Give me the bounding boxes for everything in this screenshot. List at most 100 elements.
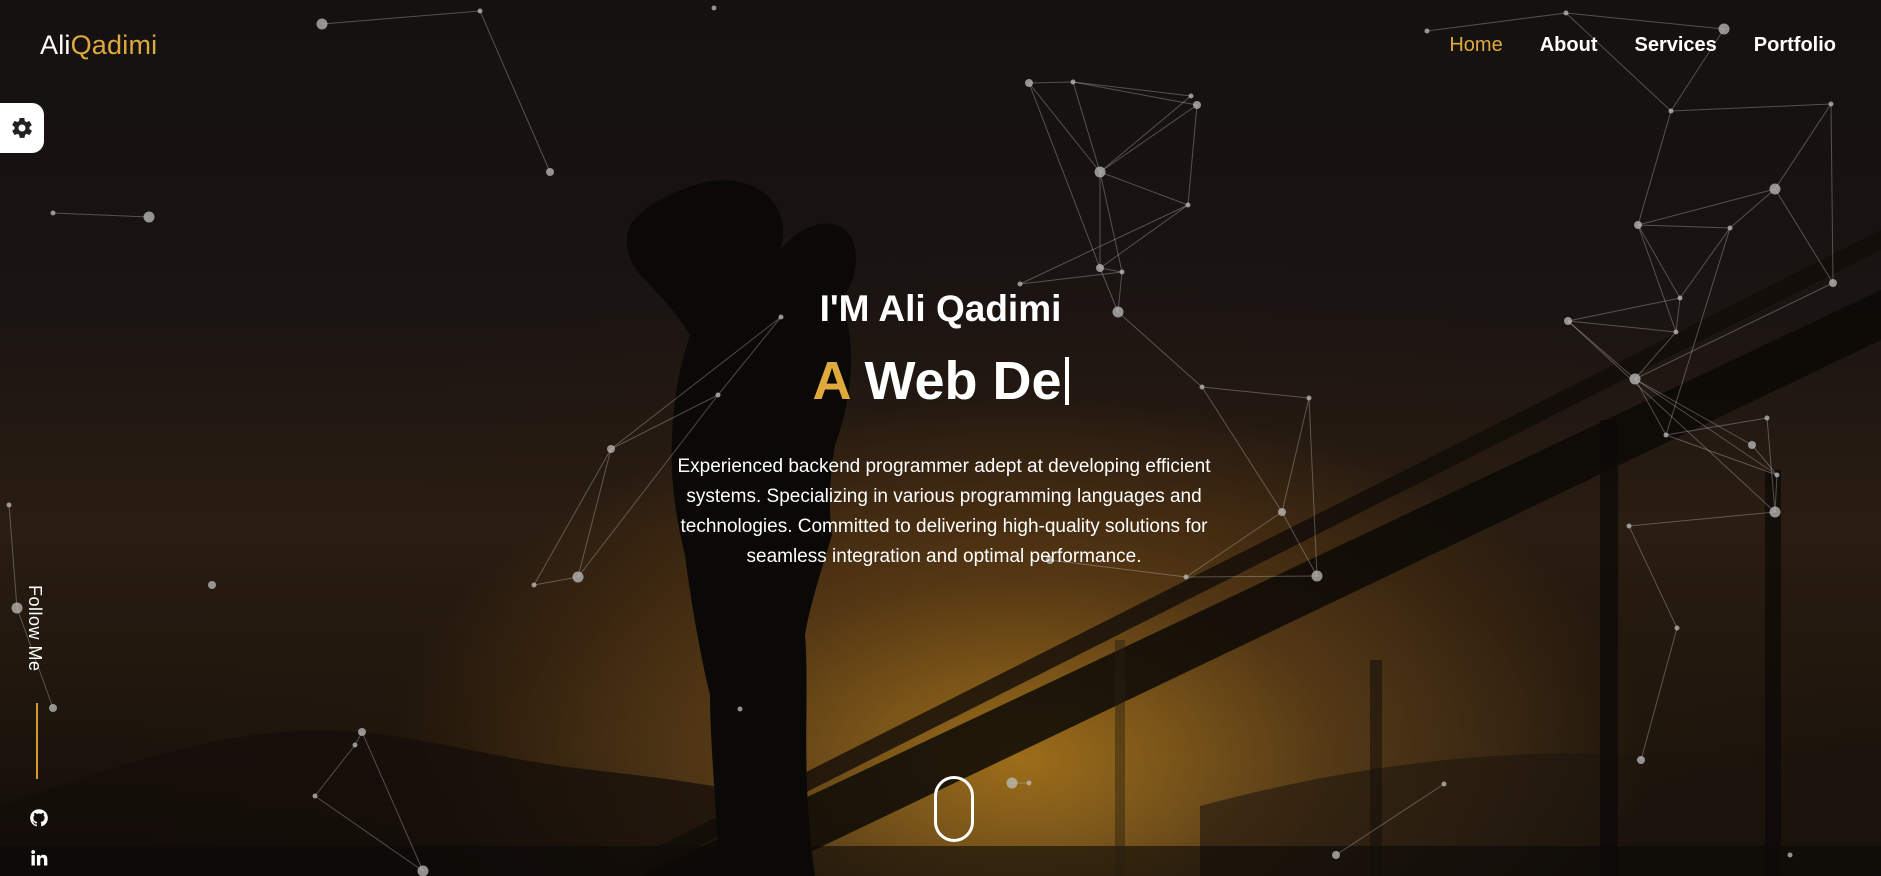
network-node — [1070, 79, 1076, 85]
network-line — [1665, 434, 1778, 476]
network-node — [1668, 108, 1674, 114]
network-node — [1774, 472, 1780, 478]
scroll-down-button[interactable] — [934, 776, 974, 842]
nav-home[interactable]: Home — [1449, 34, 1502, 57]
github-icon — [30, 809, 48, 827]
brand-logo[interactable]: AliQadimi — [40, 30, 157, 61]
network-node — [50, 210, 56, 216]
network-line — [1099, 104, 1198, 173]
hero-description: Experienced backend programmer adept at … — [677, 456, 1211, 567]
network-line — [1281, 397, 1310, 513]
network-node — [1025, 79, 1033, 87]
network-line — [479, 10, 551, 173]
hero-name: I'M Ali Qadimi — [819, 288, 1062, 329]
hero-role: A Web De — [0, 350, 1881, 412]
network-line — [1185, 575, 1318, 578]
network-line — [1426, 12, 1567, 32]
network-line — [1774, 103, 1832, 190]
network-node — [1563, 10, 1569, 16]
network-line — [1072, 81, 1101, 173]
network-line — [1774, 188, 1834, 284]
network-line — [1028, 81, 1074, 84]
network-node — [1829, 279, 1837, 287]
network-line — [1774, 474, 1778, 513]
main-nav: Home About Services Portfolio — [1449, 34, 1836, 57]
network-node — [1424, 28, 1430, 34]
network-node — [572, 571, 584, 583]
network-line — [1308, 397, 1318, 577]
hero-section: AliQadimi Home About Services Portfolio … — [0, 0, 1881, 876]
network-line — [1028, 82, 1101, 269]
network-line — [1670, 103, 1832, 112]
gear-icon — [12, 117, 32, 138]
network-node — [1673, 329, 1679, 335]
linkedin-link[interactable] — [28, 847, 50, 869]
follow-me-label: Follow Me — [25, 585, 45, 672]
network-line — [1019, 204, 1189, 285]
github-link[interactable] — [28, 807, 50, 829]
network-node — [6, 502, 12, 508]
nav-about[interactable]: About — [1540, 34, 1598, 57]
nav-portfolio[interactable]: Portfolio — [1754, 34, 1836, 57]
network-node — [11, 602, 23, 614]
network-node — [1674, 625, 1680, 631]
network-line — [1637, 110, 1672, 226]
network-line — [1072, 81, 1198, 106]
network-node — [1727, 225, 1733, 231]
network-line — [1637, 224, 1731, 229]
nav-services[interactable]: Services — [1634, 34, 1716, 57]
network-line — [1187, 104, 1198, 206]
network-line — [1628, 525, 1678, 629]
network-node — [1017, 281, 1023, 287]
network-node — [1311, 570, 1323, 582]
network-line — [1099, 171, 1189, 206]
typing-cursor — [1064, 357, 1069, 405]
network-node — [316, 18, 328, 30]
hero-role-typed: Web De — [864, 351, 1062, 411]
network-line — [1665, 417, 1768, 436]
network-line — [533, 576, 579, 586]
brand-first: Ali — [40, 30, 71, 60]
network-line — [52, 212, 150, 218]
network-node — [1626, 523, 1632, 529]
network-node — [208, 581, 216, 589]
network-line — [1099, 95, 1192, 173]
brand-second: Qadimi — [70, 30, 158, 60]
network-node — [1748, 441, 1756, 449]
network-line — [1637, 188, 1776, 226]
network-line — [1019, 271, 1123, 285]
network-node — [711, 5, 717, 11]
network-line — [1766, 417, 1776, 513]
hero-role-prefix: A — [812, 351, 850, 411]
network-node — [1094, 166, 1106, 178]
network-line — [1565, 12, 1725, 30]
network-line — [1072, 81, 1192, 97]
network-node — [1183, 574, 1189, 580]
network-node — [1185, 202, 1191, 208]
network-line — [1565, 12, 1672, 112]
network-node — [1096, 264, 1104, 272]
network-line — [1028, 82, 1101, 173]
network-line — [1729, 188, 1776, 229]
hills-silhouette — [0, 730, 1881, 876]
network-node — [546, 168, 554, 176]
network-line — [1099, 267, 1123, 273]
network-node — [1718, 23, 1730, 35]
network-line — [1281, 511, 1318, 577]
network-node — [1769, 506, 1781, 518]
follow-divider — [36, 703, 38, 779]
linkedin-icon — [31, 850, 48, 866]
network-line — [1099, 204, 1189, 269]
network-line — [8, 504, 18, 609]
network-line — [321, 10, 481, 25]
network-node — [531, 582, 537, 588]
network-node — [1828, 101, 1834, 107]
network-node — [1634, 221, 1642, 229]
network-node — [1188, 93, 1194, 99]
network-node — [1278, 508, 1286, 516]
network-node — [477, 8, 483, 14]
network-node — [1119, 269, 1125, 275]
network-node — [1663, 432, 1669, 438]
network-node — [1193, 101, 1201, 109]
settings-button[interactable] — [0, 103, 44, 153]
